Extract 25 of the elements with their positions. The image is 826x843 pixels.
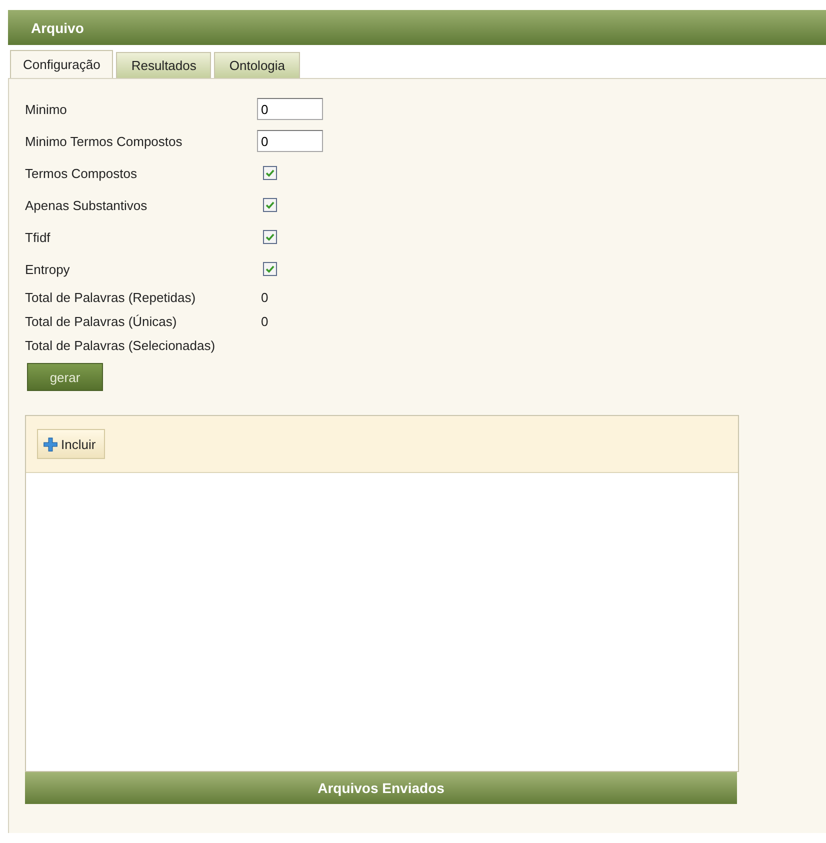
count-value: 0 — [261, 314, 268, 328]
field-label: Termos Compostos — [25, 166, 138, 180]
checkbox[interactable] — [263, 262, 277, 276]
field-label: Minimo — [25, 102, 68, 116]
field-label: Total de Palavras (Repetidas) — [25, 290, 197, 304]
checkbox[interactable] — [263, 198, 277, 212]
field-label: Total de Palavras (Únicas) — [25, 314, 178, 328]
field-label: Entropy — [25, 262, 71, 276]
input-field[interactable]: 0 — [257, 98, 323, 120]
field-label: Total de Palavras (Selecionadas) — [25, 338, 216, 352]
plus-icon — [43, 436, 58, 452]
count-value: 0 — [261, 290, 268, 304]
header-title: Arquivo — [31, 20, 84, 36]
input-field[interactable]: 0 — [257, 130, 323, 152]
footer-title: Arquivos Enviados — [318, 780, 444, 796]
checkbox[interactable] — [263, 230, 277, 244]
tab[interactable]: Resultados — [116, 52, 212, 78]
tab[interactable]: Ontologia — [214, 52, 300, 78]
add-button[interactable]: Incluir — [37, 429, 105, 459]
checkbox[interactable] — [263, 166, 277, 180]
field-label: Minimo Termos Compostos — [25, 134, 184, 148]
field-label: Tfidf — [25, 230, 52, 244]
tab[interactable]: Configuração — [10, 50, 114, 78]
field-label: Apenas Substantivos — [25, 198, 148, 212]
generate-button[interactable]: gerar — [27, 363, 103, 391]
